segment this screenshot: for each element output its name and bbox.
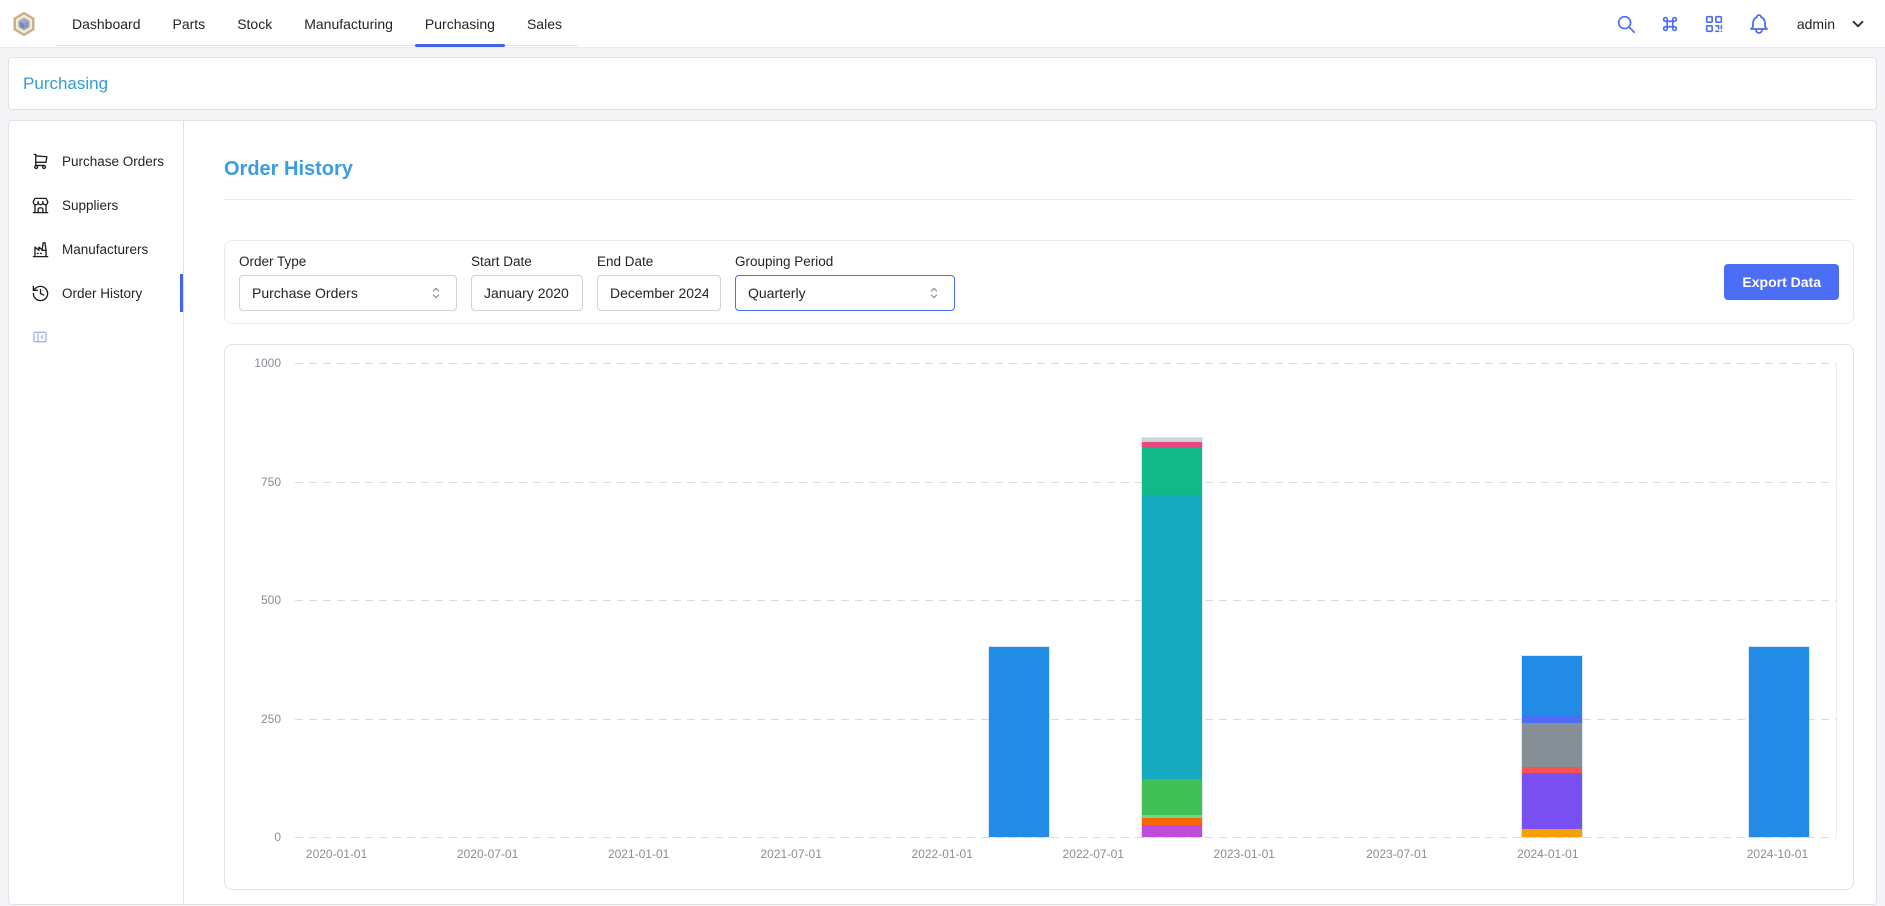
x-axis-label: 2020-01-01 [306, 847, 367, 861]
tab-purchasing[interactable]: Purchasing [409, 0, 511, 48]
chart-bar-segment [1522, 829, 1582, 837]
y-axis-label: 500 [231, 593, 281, 607]
chart-plot: 025050075010002020-01-012020-07-012021-0… [295, 363, 1837, 837]
tab-parts[interactable]: Parts [157, 0, 222, 48]
sidebar-item-suppliers[interactable]: Suppliers [9, 183, 183, 227]
tab-label: Stock [237, 16, 272, 32]
selector-chevrons-icon [428, 285, 444, 301]
tab-label: Sales [527, 16, 562, 32]
chart-bar-segment [989, 647, 1049, 837]
export-data-button[interactable]: Export Data [1724, 264, 1839, 300]
order-history-content: Order History Order Type Purchase Orders… [184, 121, 1876, 904]
order-type-label: Order Type [239, 254, 457, 269]
y-gridline [295, 837, 1836, 838]
end-date-field: End Date [597, 254, 721, 311]
breadcrumb[interactable]: Purchasing [23, 74, 108, 94]
order-type-value: Purchase Orders [252, 285, 358, 301]
main-tabs: Dashboard Parts Stock Manufacturing Purc… [56, 0, 578, 48]
x-axis-label: 2022-07-01 [1063, 847, 1124, 861]
sidebar-item-manufacturers[interactable]: Manufacturers [9, 227, 183, 271]
x-axis-label: 2023-07-01 [1366, 847, 1427, 861]
chart-bar[interactable] [1749, 647, 1809, 837]
bell-icon[interactable] [1747, 12, 1771, 36]
chart-bar[interactable] [1142, 438, 1202, 837]
page-title: Order History [224, 155, 1854, 183]
chart-bar-segment [1142, 818, 1202, 826]
order-type-field: Order Type Purchase Orders [239, 254, 457, 311]
grouping-period-label: Grouping Period [735, 254, 955, 269]
x-axis-label: 2022-01-01 [912, 847, 973, 861]
navbar-actions: admin [1615, 12, 1867, 36]
x-axis-label: 2024-10-01 [1747, 847, 1808, 861]
history-icon [31, 284, 50, 303]
y-axis-label: 1000 [231, 356, 281, 370]
y-gridline [295, 600, 1836, 601]
sidebar-item-order-history[interactable]: Order History [9, 271, 183, 315]
user-menu[interactable]: admin [1797, 15, 1867, 33]
main-panel: Purchase Orders Suppliers Manufacturers … [8, 120, 1877, 905]
chart-bar-segment [1522, 715, 1582, 723]
y-gridline [295, 482, 1836, 483]
shopping-cart-icon [31, 152, 50, 171]
tab-sales[interactable]: Sales [511, 0, 578, 48]
filter-toolbar: Order Type Purchase Orders Start Date En… [224, 240, 1854, 324]
x-axis-label: 2024-01-01 [1517, 847, 1578, 861]
tab-dashboard[interactable]: Dashboard [56, 0, 157, 48]
sidebar-item-label: Manufacturers [62, 242, 148, 257]
grouping-period-field: Grouping Period Quarterly [735, 254, 955, 311]
end-date-input[interactable] [597, 275, 721, 311]
order-type-select[interactable]: Purchase Orders [239, 275, 457, 311]
sidebar-collapse-icon[interactable] [31, 329, 49, 345]
title-divider [224, 199, 1854, 200]
y-gridline [295, 363, 1836, 364]
chart-bar-segment [1142, 779, 1202, 815]
grouping-period-select[interactable]: Quarterly [735, 275, 955, 311]
x-axis-label: 2021-07-01 [760, 847, 821, 861]
command-icon[interactable] [1659, 13, 1681, 35]
search-icon[interactable] [1615, 13, 1637, 35]
start-date-label: Start Date [471, 254, 583, 269]
breadcrumb-bar: Purchasing [8, 57, 1877, 110]
tab-label: Purchasing [425, 16, 495, 32]
factory-icon [31, 240, 50, 259]
inventree-logo-icon[interactable] [10, 10, 38, 38]
purchasing-sidebar: Purchase Orders Suppliers Manufacturers … [9, 121, 184, 904]
chart-bar-segment [1522, 723, 1582, 767]
sidebar-item-label: Suppliers [62, 198, 118, 213]
start-date-input[interactable] [471, 275, 583, 311]
tab-stock[interactable]: Stock [221, 0, 288, 48]
tab-label: Dashboard [72, 16, 141, 32]
y-axis-label: 0 [231, 830, 281, 844]
tab-label: Manufacturing [304, 16, 393, 32]
x-axis-label: 2023-01-01 [1214, 847, 1275, 861]
chart-bar[interactable] [1522, 656, 1582, 837]
y-gridline [295, 719, 1836, 720]
tab-manufacturing[interactable]: Manufacturing [288, 0, 409, 48]
y-axis-label: 750 [231, 475, 281, 489]
chart-bar-segment [1142, 495, 1202, 779]
x-axis-label: 2021-01-01 [608, 847, 669, 861]
selector-chevrons-icon [926, 285, 942, 301]
tab-label: Parts [173, 16, 206, 32]
sidebar-item-label: Order History [62, 286, 142, 301]
chart-bar[interactable] [989, 647, 1049, 837]
chart-bar-segment [1749, 647, 1809, 837]
x-axis-label: 2020-07-01 [457, 847, 518, 861]
username: admin [1797, 16, 1835, 32]
sidebar-item-label: Purchase Orders [62, 154, 164, 169]
chevron-down-icon [1849, 15, 1867, 33]
order-history-chart: 0 250 500 750 1000 2020-01-01 2020-07-01 2021-0… [224, 344, 1854, 890]
building-store-icon [31, 196, 50, 215]
start-date-field: Start Date [471, 254, 583, 311]
chart-bar-segment [1142, 825, 1202, 837]
top-navbar: Dashboard Parts Stock Manufacturing Purc… [0, 0, 1885, 48]
sidebar-item-purchase-orders[interactable]: Purchase Orders [9, 139, 183, 183]
chart-bar-segment [1522, 773, 1582, 829]
qr-code-icon[interactable] [1703, 13, 1725, 35]
grouping-period-value: Quarterly [748, 285, 806, 301]
chart-bar-segment [1522, 656, 1582, 715]
end-date-label: End Date [597, 254, 721, 269]
y-axis-label: 250 [231, 712, 281, 726]
chart-bar-segment [1142, 447, 1202, 494]
